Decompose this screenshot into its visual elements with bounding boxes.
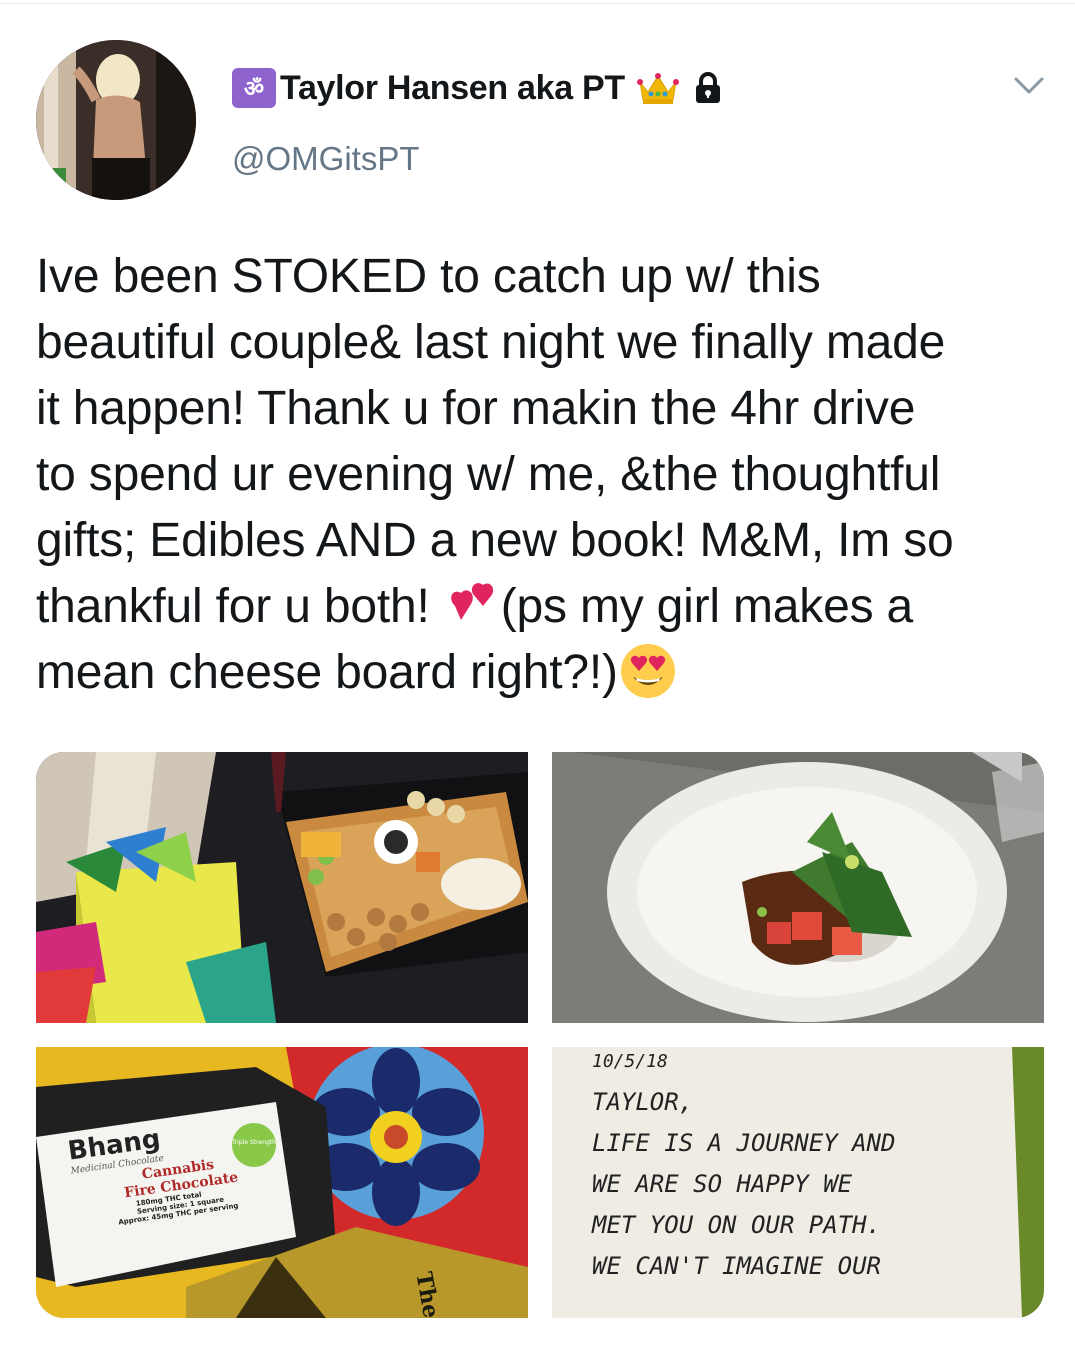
note-line: TAYLOR, — [592, 1088, 694, 1116]
user-handle[interactable]: @OMGitsPT — [232, 140, 420, 178]
tweet-line: beautiful couple& last night we finally … — [36, 316, 946, 369]
tweet-line-part: thankful for u both! — [36, 580, 443, 633]
tweet-line-part: mean cheese board right?!) — [36, 646, 618, 699]
photo-plated-dish[interactable] — [552, 752, 1044, 1023]
tweet-line: Ive been STOKED to catch up w/ this — [36, 250, 821, 303]
tweet-line-with-emoji: mean cheese board right?!) — [36, 640, 1056, 706]
display-name[interactable]: Taylor Hansen aka PT — [280, 69, 625, 108]
note-line: MET YOU ON OUR PATH. — [592, 1211, 881, 1239]
avatar-image — [36, 40, 196, 200]
photo-gift-and-cheese-board[interactable] — [36, 752, 528, 1023]
tweet-line: it happen! Thank u for makin the 4hr dri… — [36, 382, 916, 435]
note-text: 10/5/18 TAYLOR, LIFE IS A JOURNEY AND WE… — [592, 1047, 1032, 1287]
tweet-line: gifts; Edibles AND a new book! M&M, Im s… — [36, 514, 954, 567]
chevron-down-icon[interactable] — [1012, 68, 1046, 102]
crown-icon — [636, 73, 679, 104]
media-grid: Bhang Medicinal Chocolate Cannabis Fire … — [36, 752, 1044, 1318]
chocolate-badge: Triple Strength — [232, 1139, 276, 1146]
user-name-row: ॐ Taylor Hansen aka PT — [232, 62, 723, 114]
tweet-line-with-emoji: thankful for u both! (ps my girl makes a — [36, 574, 1056, 640]
om-icon: ॐ — [232, 68, 276, 108]
avatar[interactable] — [36, 40, 196, 200]
note-line: WE ARE SO HAPPY WE — [592, 1170, 853, 1198]
heart-eyes-icon — [620, 644, 675, 699]
tweet-line: to spend ur evening w/ me, &the thoughtf… — [36, 448, 941, 501]
top-divider — [0, 0, 1075, 4]
lock-icon — [695, 72, 720, 103]
tweet-line-part: (ps my girl makes a — [500, 580, 914, 633]
two-hearts-icon — [450, 583, 493, 621]
tweet-text: Ive been STOKED to catch up w/ this beau… — [36, 244, 1056, 706]
note-line: 10/5/18 — [592, 1051, 668, 1072]
note-line: LIFE IS A JOURNEY AND — [592, 1129, 896, 1157]
photo-cannabis-chocolate[interactable]: Bhang Medicinal Chocolate Cannabis Fire … — [36, 1047, 528, 1318]
photo-handwritten-note[interactable]: 10/5/18 TAYLOR, LIFE IS A JOURNEY AND WE… — [552, 1047, 1044, 1318]
note-line: WE CAN'T IMAGINE OUR — [592, 1252, 881, 1280]
